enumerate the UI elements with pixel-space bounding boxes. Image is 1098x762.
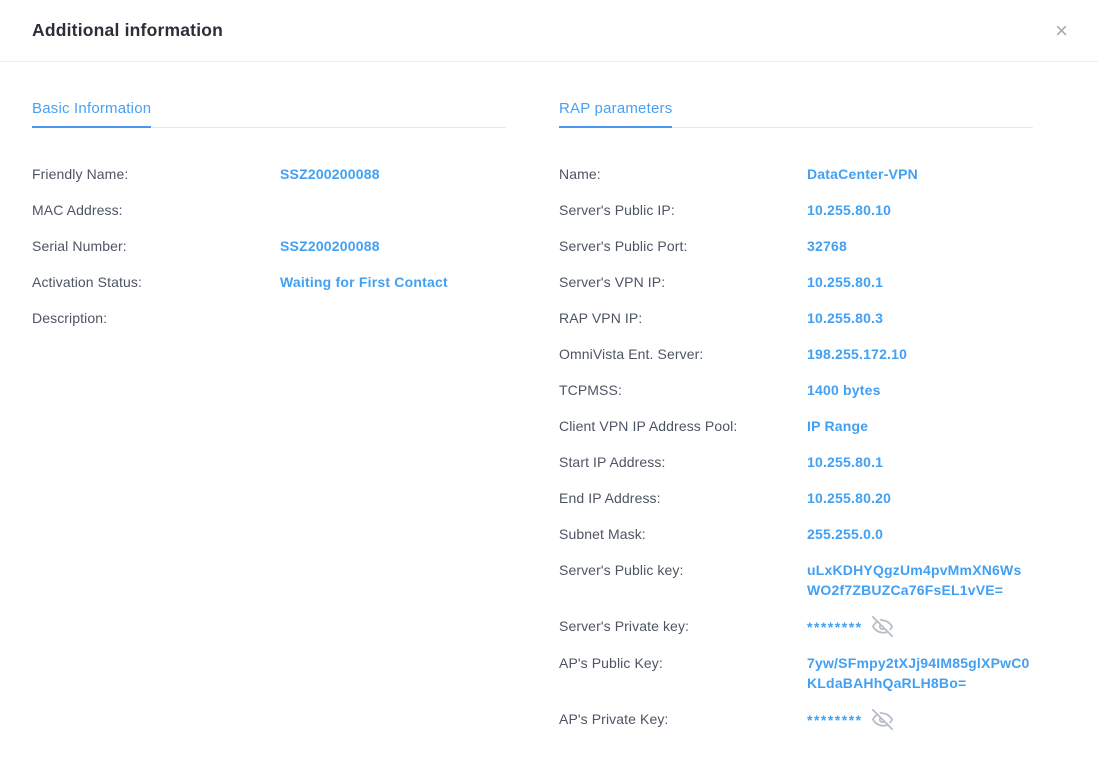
field-list: Friendly Name: SSZ200200088 MAC Address:… (32, 128, 506, 328)
field-value: 10.255.80.1 (807, 272, 1033, 292)
field-label: MAC Address: (32, 200, 280, 220)
field-list: Name: DataCenter-VPN Server's Public IP:… (559, 128, 1033, 730)
field-value-text: uLxKDHYQgzUm4pvMmXN6WsWO2f7ZBUZCa76FsEL1… (807, 562, 1021, 598)
field-row: Activation Status: Waiting for First Con… (32, 272, 506, 292)
field-value-text: 255.255.0.0 (807, 526, 883, 542)
field-row: Server's Private key: ******** (559, 616, 1033, 637)
field-row: Subnet Mask: 255.255.0.0 (559, 524, 1033, 544)
field-value-text: DataCenter-VPN (807, 166, 918, 182)
field-label: TCPMSS: (559, 380, 807, 400)
field-row: TCPMSS: 1400 bytes (559, 380, 1033, 400)
field-value: 10.255.80.3 (807, 308, 1033, 328)
field-value-text: SSZ200200088 (280, 238, 380, 254)
field-value: uLxKDHYQgzUm4pvMmXN6WsWO2f7ZBUZCa76FsEL1… (807, 560, 1033, 600)
field-row: Server's Public IP: 10.255.80.10 (559, 200, 1033, 220)
field-row: AP's Private Key: ******** (559, 709, 1033, 730)
field-label: Client VPN IP Address Pool: (559, 416, 807, 436)
section-header: RAP parameters (559, 100, 1033, 128)
field-value: 198.255.172.10 (807, 344, 1033, 364)
eye-off-icon[interactable] (872, 709, 893, 730)
field-label: RAP VPN IP: (559, 308, 807, 328)
field-value-text: 10.255.80.3 (807, 310, 883, 326)
field-value: SSZ200200088 (280, 164, 506, 184)
field-row: Name: DataCenter-VPN (559, 164, 1033, 184)
field-label: OmniVista Ent. Server: (559, 344, 807, 364)
field-row: Client VPN IP Address Pool: IP Range (559, 416, 1033, 436)
field-row: Friendly Name: SSZ200200088 (32, 164, 506, 184)
section-header: Basic Information (32, 100, 506, 128)
dialog-header: Additional information × (0, 0, 1098, 62)
field-row: MAC Address: (32, 200, 506, 220)
field-value: 10.255.80.1 (807, 452, 1033, 472)
field-row: AP's Public Key: 7yw/SFmpy2tXJj94IM85glX… (559, 653, 1033, 693)
field-value: 7yw/SFmpy2tXJj94IM85glXPwC0KLdaBAHhQaRLH… (807, 653, 1033, 693)
field-label: End IP Address: (559, 488, 807, 508)
field-value-text: 10.255.80.1 (807, 454, 883, 470)
section-rap-parameters: RAP parameters Name: DataCenter-VPN Serv… (559, 100, 1033, 746)
close-icon[interactable]: × (1051, 16, 1072, 46)
dialog-body: Basic Information Friendly Name: SSZ2002… (0, 62, 1098, 762)
dialog-title: Additional information (32, 20, 223, 41)
field-row: Server's Public Port: 32768 (559, 236, 1033, 256)
field-label: Server's Public key: (559, 560, 807, 580)
field-value: DataCenter-VPN (807, 164, 1033, 184)
section-basic-information: Basic Information Friendly Name: SSZ2002… (32, 100, 506, 344)
field-label: Subnet Mask: (559, 524, 807, 544)
field-label: Server's Private key: (559, 616, 807, 636)
field-row: Server's VPN IP: 10.255.80.1 (559, 272, 1033, 292)
field-row: Serial Number: SSZ200200088 (32, 236, 506, 256)
field-row: Server's Public key: uLxKDHYQgzUm4pvMmXN… (559, 560, 1033, 600)
field-label: Description: (32, 308, 280, 328)
field-value: ******** (807, 709, 1033, 730)
field-label: Server's Public IP: (559, 200, 807, 220)
field-value-text: ******** (807, 712, 863, 728)
field-label: Start IP Address: (559, 452, 807, 472)
field-label: AP's Private Key: (559, 709, 807, 729)
field-value: 255.255.0.0 (807, 524, 1033, 544)
field-value-text: IP Range (807, 418, 868, 434)
additional-information-dialog: Additional information × Basic Informati… (0, 0, 1098, 762)
field-value-text: 10.255.80.20 (807, 490, 891, 506)
field-value-text: 1400 bytes (807, 382, 881, 398)
field-value-text: 32768 (807, 238, 847, 254)
field-label: AP's Public Key: (559, 653, 807, 673)
field-label: Activation Status: (32, 272, 280, 292)
field-value-text: 198.255.172.10 (807, 346, 907, 362)
field-label: Server's VPN IP: (559, 272, 807, 292)
field-label: Friendly Name: (32, 164, 280, 184)
field-value: IP Range (807, 416, 1033, 436)
field-value: Waiting for First Contact (280, 272, 506, 292)
field-row: Description: (32, 308, 506, 328)
field-value-text: SSZ200200088 (280, 166, 380, 182)
field-row: End IP Address: 10.255.80.20 (559, 488, 1033, 508)
field-value: 1400 bytes (807, 380, 1033, 400)
section-title-rap-parameters: RAP parameters (559, 100, 672, 128)
field-label: Serial Number: (32, 236, 280, 256)
field-value-text: 10.255.80.1 (807, 274, 883, 290)
field-value: 10.255.80.10 (807, 200, 1033, 220)
field-value-text: Waiting for First Contact (280, 274, 448, 290)
field-value: 10.255.80.20 (807, 488, 1033, 508)
field-row: OmniVista Ent. Server: 198.255.172.10 (559, 344, 1033, 364)
field-value: 32768 (807, 236, 1033, 256)
section-title-basic-information: Basic Information (32, 100, 151, 128)
field-value-text: ******** (807, 619, 863, 635)
field-label: Name: (559, 164, 807, 184)
field-value-text: 7yw/SFmpy2tXJj94IM85glXPwC0KLdaBAHhQaRLH… (807, 655, 1030, 691)
eye-off-icon[interactable] (872, 616, 893, 637)
field-value: SSZ200200088 (280, 236, 506, 256)
field-row: RAP VPN IP: 10.255.80.3 (559, 308, 1033, 328)
field-value-text: 10.255.80.10 (807, 202, 891, 218)
field-label: Server's Public Port: (559, 236, 807, 256)
field-row: Start IP Address: 10.255.80.1 (559, 452, 1033, 472)
field-value: ******** (807, 616, 1033, 637)
